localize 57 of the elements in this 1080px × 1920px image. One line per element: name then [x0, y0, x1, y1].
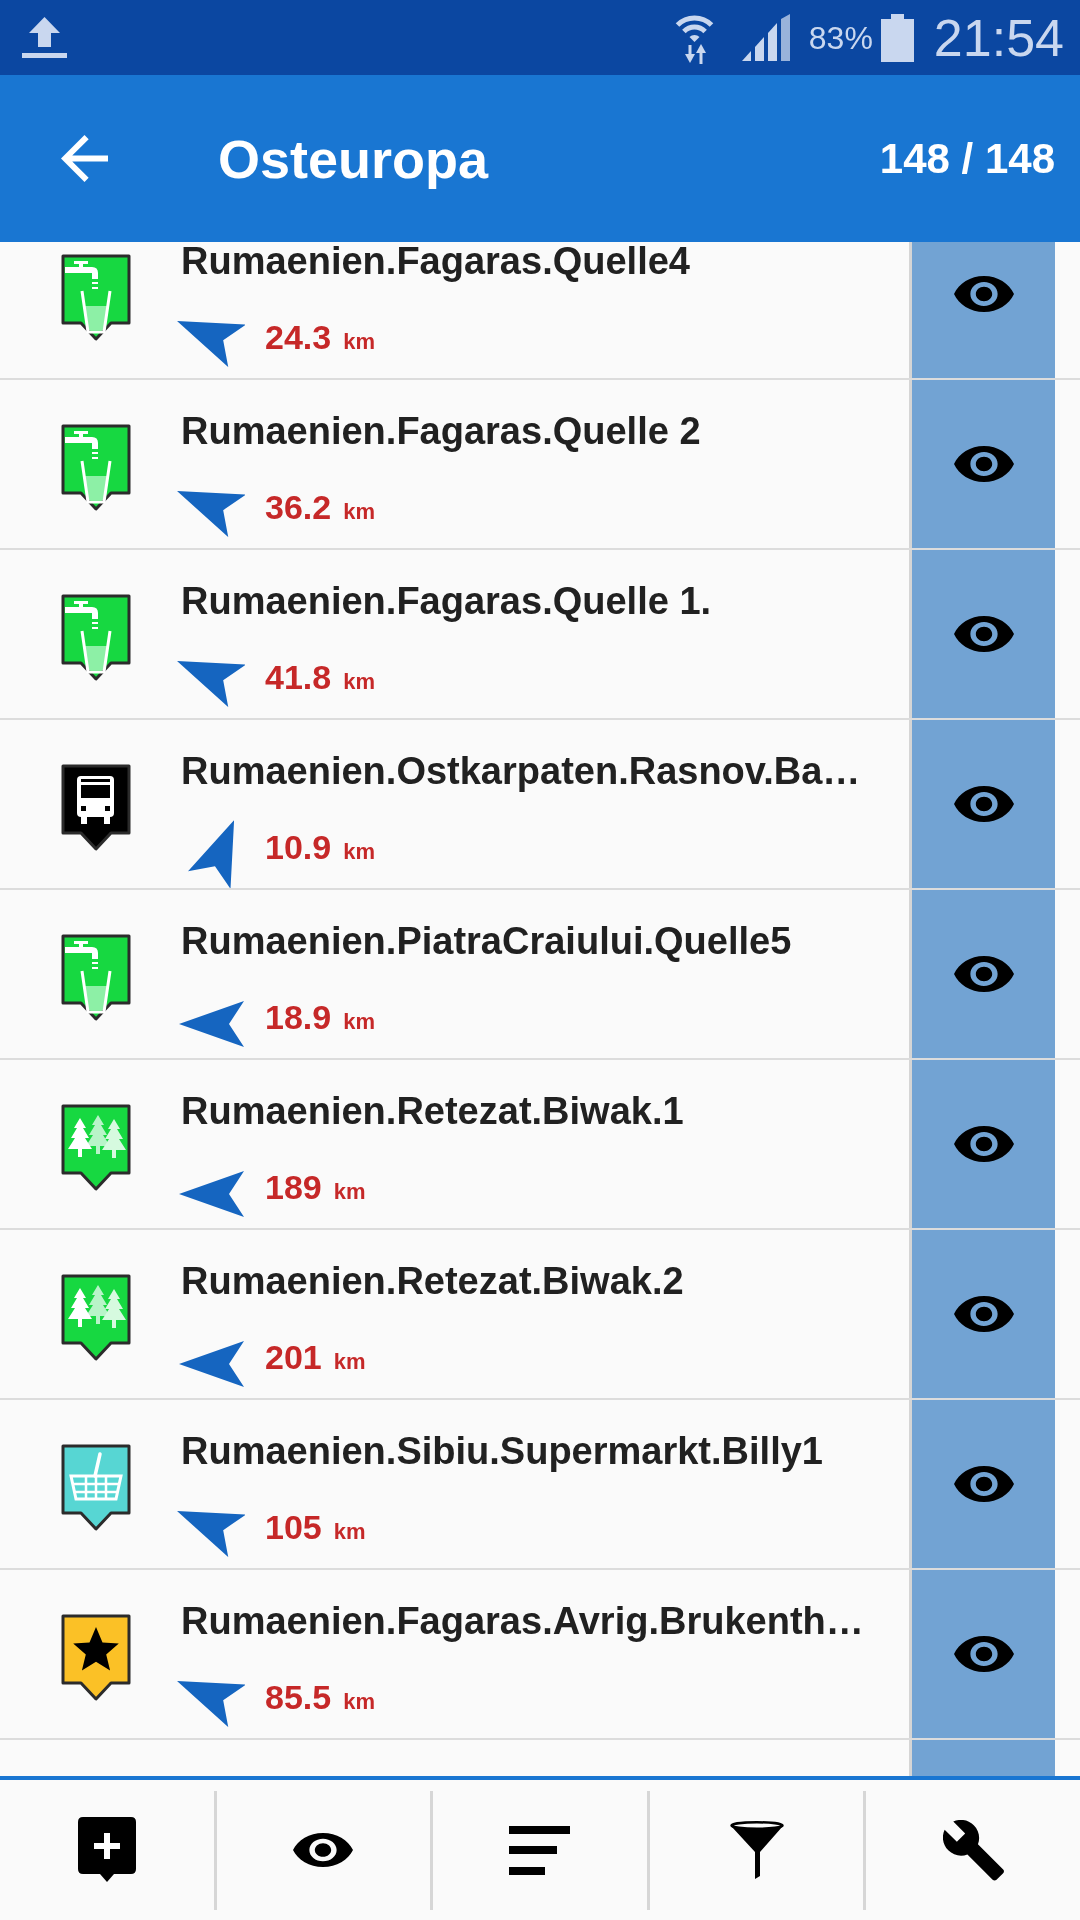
eye-icon	[953, 956, 1014, 992]
distance-value: 10.9	[265, 830, 332, 864]
poi-name: Rumaenien.Fagaras.Quelle 2	[181, 412, 701, 450]
distance-value: 18.9	[265, 1000, 332, 1034]
distance-unit: km	[333, 1181, 366, 1203]
poi-name: Rumaenien.Fagaras.Quelle4	[181, 242, 690, 280]
visibility-toggle[interactable]	[909, 380, 1055, 548]
eye-icon	[953, 616, 1014, 652]
distance-value: 201	[265, 1340, 322, 1374]
filter-icon	[729, 1821, 784, 1879]
distance-value: 105	[265, 1510, 322, 1544]
visibility-toggle[interactable]	[909, 550, 1055, 718]
poi-name: Rumaenien.Retezat.Biwak.1	[181, 1092, 684, 1130]
visibility-toggle[interactable]	[909, 1570, 1055, 1738]
visibility-toggle[interactable]	[909, 1230, 1055, 1398]
distance-value: 41.8	[265, 660, 332, 694]
visibility-toggle[interactable]	[909, 890, 1055, 1058]
sort-icon	[509, 1825, 571, 1875]
distance-unit: km	[333, 1521, 366, 1543]
visibility-toggle[interactable]	[909, 720, 1055, 888]
poi-name: Rumaenien.Fagaras.Quelle 1.	[181, 582, 712, 620]
poi-name: Rumaenien.Retezat.Biwak.2	[181, 1262, 684, 1300]
distance-value: 189	[265, 1170, 322, 1204]
visibility-toggle[interactable]	[909, 1060, 1055, 1228]
distance-value: 36.2	[265, 490, 332, 524]
poi-name: Rumaenien.Fagaras.Avrig.Brukenth…	[181, 1602, 864, 1640]
distance-unit: km	[343, 1691, 375, 1713]
back-arrow-icon	[61, 135, 108, 182]
poi-name: Rumaenien.Sibiu.Supermarkt.Billy1	[181, 1432, 823, 1470]
eye-icon	[953, 786, 1014, 822]
distance-unit: km	[343, 501, 375, 523]
eye-icon	[953, 276, 1014, 312]
distance-unit: km	[343, 841, 375, 863]
distance-unit: km	[343, 671, 375, 693]
poi-name: Rumaenien.PiatraCraiului.Quelle5	[181, 922, 792, 960]
eye-icon	[953, 446, 1014, 482]
distance-unit: km	[343, 331, 375, 353]
eye-icon	[953, 1636, 1014, 1672]
eye-icon	[953, 1296, 1014, 1332]
visibility-toggle[interactable]	[909, 1400, 1055, 1568]
battery-icon	[880, 13, 914, 62]
wrench-icon	[942, 1819, 1004, 1881]
distance-unit: km	[343, 1011, 375, 1033]
upload-icon	[22, 17, 67, 58]
item-count: 148 / 148	[879, 137, 1055, 180]
eye-icon	[953, 1126, 1014, 1162]
poi-name: Rumaenien.Ostkarpaten.Rasnov.Ba…	[181, 752, 861, 790]
distance-value: 24.3	[265, 320, 332, 354]
signal-icon	[741, 14, 790, 61]
clock-time: 21:54	[933, 11, 1064, 64]
distance-value: 85.5	[265, 1680, 332, 1714]
eye-icon	[293, 1833, 354, 1867]
visibility-toggle[interactable]	[909, 242, 1055, 378]
eye-icon	[953, 1466, 1014, 1502]
distance-unit: km	[333, 1351, 366, 1373]
battery-percentage: 83%	[808, 21, 873, 54]
add-note-icon	[77, 1817, 136, 1883]
